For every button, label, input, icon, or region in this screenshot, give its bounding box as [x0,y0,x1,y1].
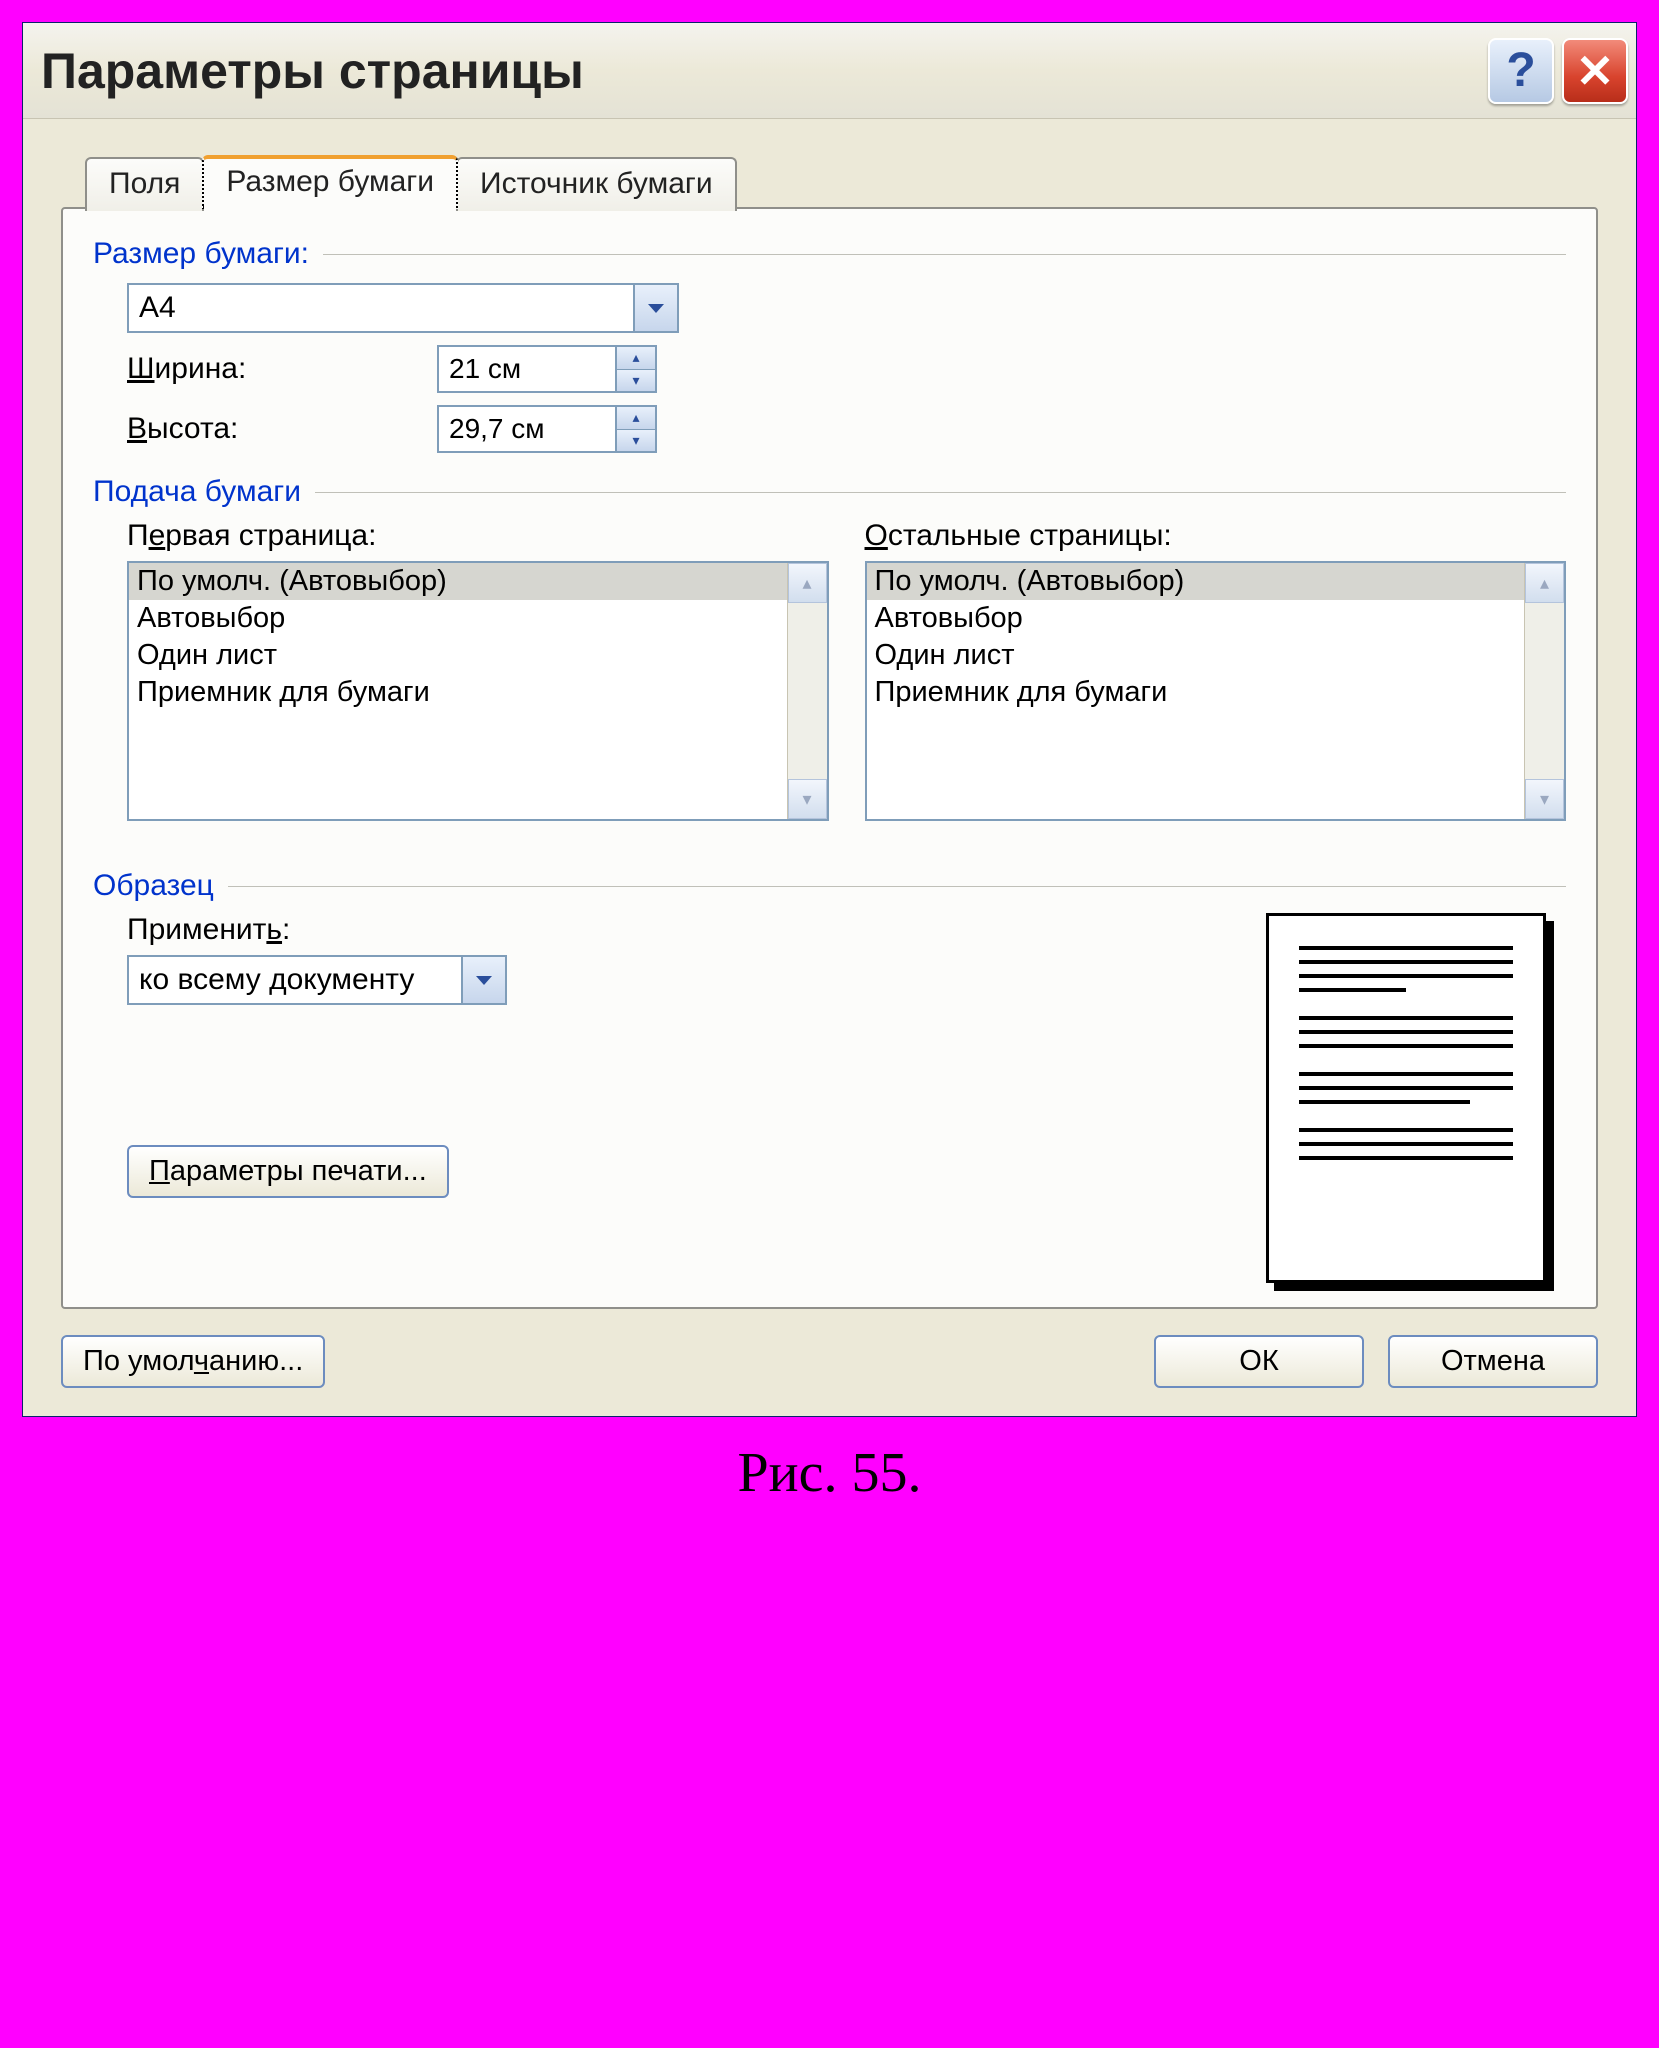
list-item[interactable]: Один лист [129,637,787,674]
list-item[interactable]: Автовыбор [129,600,787,637]
divider [323,254,1566,255]
tab-paper-source[interactable]: Источник бумаги [456,157,737,211]
height-spinner[interactable]: 29,7 см ▴ ▾ [437,405,657,453]
tabs: Поля Размер бумаги Источник бумаги [85,155,1598,209]
width-label: Ширина: [127,352,437,386]
sample-section: Образец [93,869,1566,903]
divider [228,886,1566,887]
help-button[interactable]: ? [1488,38,1554,104]
first-page-listbox[interactable]: По умолч. (Автовыбор) Автовыбор Один лис… [127,561,829,821]
list-item[interactable]: Один лист [867,637,1525,674]
height-value: 29,7 см [439,407,615,451]
list-item[interactable]: Автовыбор [867,600,1525,637]
tab-fields[interactable]: Поля [85,157,204,211]
tab-paper-size[interactable]: Размер бумаги [202,155,458,209]
figure-caption: Рис. 55. [22,1441,1637,1505]
apply-label: Применить: [127,913,1226,947]
paper-feed-label: Подача бумаги [93,475,301,509]
ok-button[interactable]: ОК [1154,1335,1364,1388]
scroll-down-icon[interactable]: ▾ [1525,779,1564,819]
default-button[interactable]: По умолчанию... [61,1335,325,1388]
spin-down-icon[interactable]: ▾ [617,370,655,392]
width-spinner[interactable]: 21 см ▴ ▾ [437,345,657,393]
cancel-button[interactable]: Отмена [1388,1335,1598,1388]
scrollbar[interactable]: ▴ ▾ [1524,563,1564,819]
paper-feed-section: Подача бумаги [93,475,1566,509]
list-item[interactable]: Приемник для бумаги [129,674,787,711]
page-setup-dialog: Параметры страницы ? ✕ Поля Размер бумаг… [22,22,1637,1417]
paper-size-combo[interactable]: A4 [127,283,679,333]
dialog-title: Параметры страницы [41,42,584,100]
apply-value: ко всему документу [129,957,461,1003]
chevron-down-icon[interactable] [461,957,505,1003]
width-value: 21 см [439,347,615,391]
scroll-up-icon[interactable]: ▴ [788,563,827,603]
paper-size-label: Размер бумаги: [93,237,309,271]
chevron-down-icon[interactable] [633,285,677,331]
print-params-button[interactable]: Параметры печати... [127,1145,449,1198]
titlebar: Параметры страницы ? ✕ [23,23,1636,119]
apply-combo[interactable]: ко всему документу [127,955,507,1005]
height-label: Высота: [127,412,437,446]
scroll-up-icon[interactable]: ▴ [1525,563,1564,603]
scroll-down-icon[interactable]: ▾ [788,779,827,819]
sample-label: Образец [93,869,214,903]
paper-size-section: Размер бумаги: [93,237,1566,271]
spin-up-icon[interactable]: ▴ [617,347,655,370]
list-item[interactable]: По умолч. (Автовыбор) [129,563,787,600]
other-pages-label: Остальные страницы: [865,519,1567,553]
close-button[interactable]: ✕ [1562,38,1628,104]
list-item[interactable]: По умолч. (Автовыбор) [867,563,1525,600]
spin-up-icon[interactable]: ▴ [617,407,655,430]
divider [315,492,1566,493]
tab-panel: Размер бумаги: A4 Ширина: [61,207,1598,1309]
first-page-label: Первая страница: [127,519,829,553]
other-pages-listbox[interactable]: По умолч. (Автовыбор) Автовыбор Один лис… [865,561,1567,821]
scrollbar[interactable]: ▴ ▾ [787,563,827,819]
spin-down-icon[interactable]: ▾ [617,430,655,452]
list-item[interactable]: Приемник для бумаги [867,674,1525,711]
paper-size-value: A4 [129,285,633,331]
page-preview [1266,913,1546,1283]
